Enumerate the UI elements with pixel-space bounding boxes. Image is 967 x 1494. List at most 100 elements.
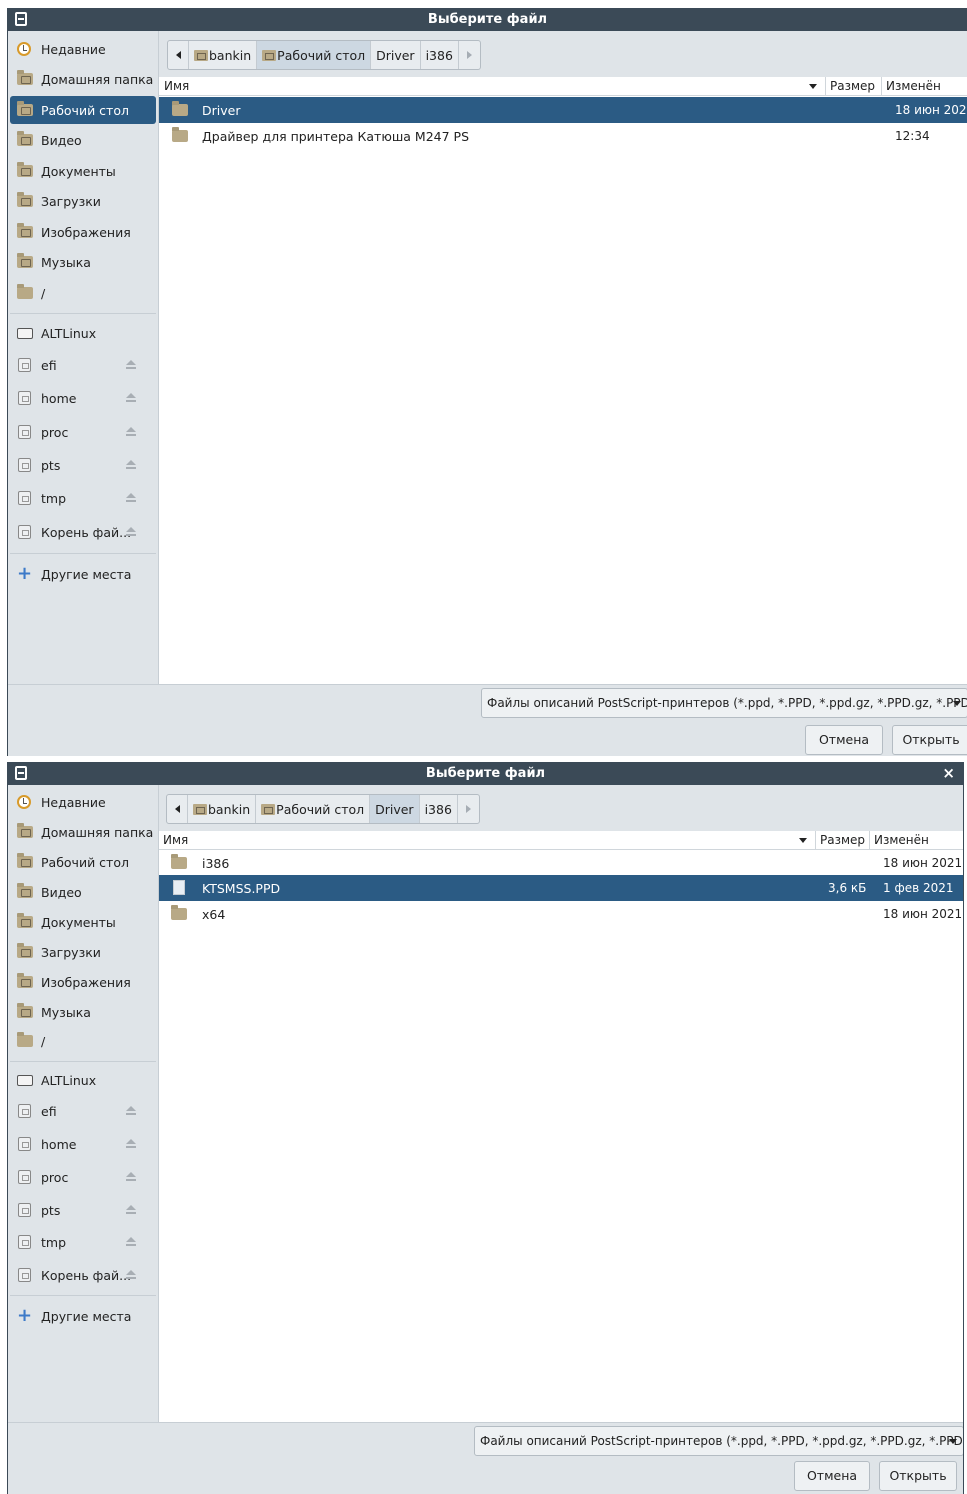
home-folder-icon (17, 823, 33, 838)
sidebar-item-tmp[interactable]: tmp (8, 484, 158, 512)
path-segment-i386[interactable]: i386 (420, 795, 458, 823)
sidebar-item-pts[interactable]: pts (8, 1196, 158, 1224)
sidebar-item-tmp[interactable]: tmp (8, 1228, 158, 1256)
column-size[interactable]: Размер (830, 79, 875, 93)
sidebar-item-pictures[interactable]: Изображения (8, 968, 158, 996)
eject-icon[interactable] (125, 1270, 137, 1280)
sidebar-item-recent[interactable]: Недавние (8, 788, 158, 816)
plus-icon: + (17, 563, 33, 584)
disk-icon (18, 525, 31, 539)
root-folder-icon (17, 284, 33, 299)
eject-icon[interactable] (125, 1139, 137, 1149)
documents-folder-icon (17, 913, 33, 928)
open-button[interactable]: Открыть (879, 1461, 957, 1491)
sidebar-item-desktop[interactable]: Рабочий стол (8, 848, 158, 876)
sidebar-item-music[interactable]: Музыка (8, 248, 158, 276)
sidebar-item-filesystem-root[interactable]: Корень фай... (8, 518, 158, 546)
file-row[interactable]: i386 18 июн 2021 (159, 850, 963, 876)
sidebar-item-pts[interactable]: pts (8, 451, 158, 479)
sidebar-item-home[interactable]: Домашняя папка (8, 65, 158, 93)
open-button[interactable]: Открыть (892, 725, 967, 755)
sidebar-item-home[interactable]: Домашняя папка (8, 818, 158, 846)
disk-icon (18, 1268, 31, 1282)
sidebar-separator (10, 1295, 156, 1296)
sidebar-item-documents[interactable]: Документы (8, 157, 158, 185)
home-folder-icon (17, 70, 33, 85)
file-row[interactable]: KTSMSS.PPD 3,6 кБ 1 фев 2021 (159, 875, 963, 901)
sidebar-item-home-mount[interactable]: home (8, 1130, 158, 1158)
pictures-folder-icon (17, 223, 33, 238)
file-type-filter[interactable]: Файлы описаний PostScript-принтеров (*.p… (481, 688, 967, 718)
eject-icon[interactable] (125, 360, 137, 370)
disk-icon (18, 1235, 31, 1249)
column-name[interactable]: Имя (164, 79, 189, 93)
sidebar-item-desktop[interactable]: Рабочий стол (10, 96, 156, 124)
path-back-button[interactable] (167, 795, 188, 823)
sidebar-item-recent[interactable]: Недавние (8, 35, 158, 63)
sidebar-item-root[interactable]: / (8, 279, 158, 307)
sidebar-item-root[interactable]: / (8, 1027, 158, 1055)
eject-icon[interactable] (125, 427, 137, 437)
sidebar-item-downloads[interactable]: Загрузки (8, 187, 158, 215)
desktop-folder-icon (17, 101, 33, 116)
path-back-button[interactable] (168, 41, 189, 69)
eject-icon[interactable] (125, 1172, 137, 1182)
column-modified[interactable]: Изменён (874, 833, 929, 847)
file-type-filter[interactable]: Файлы описаний PostScript-принтеров (*.p… (474, 1426, 963, 1456)
sidebar-item-documents[interactable]: Документы (8, 908, 158, 936)
eject-icon[interactable] (125, 493, 137, 503)
sidebar-item-altlinux[interactable]: ALTLinux (8, 319, 158, 347)
column-size[interactable]: Размер (820, 833, 865, 847)
sidebar-separator (10, 1061, 156, 1062)
sidebar-item-other-locations[interactable]: + Другие места (8, 560, 158, 588)
desktop-folder-icon (261, 803, 276, 815)
sidebar-item-downloads[interactable]: Загрузки (8, 938, 158, 966)
path-segment-i386[interactable]: i386 (421, 41, 459, 69)
column-modified[interactable]: Изменён (886, 79, 941, 93)
path-segment-driver[interactable]: Driver (370, 795, 420, 823)
eject-icon[interactable] (125, 1106, 137, 1116)
disk-icon (18, 491, 31, 505)
music-folder-icon (17, 253, 33, 268)
sidebar-item-proc[interactable]: proc (8, 418, 158, 446)
file-row[interactable]: Driver 18 июн 2021 (159, 97, 967, 123)
sidebar-item-pictures[interactable]: Изображения (8, 218, 158, 246)
sidebar-item-proc[interactable]: proc (8, 1163, 158, 1191)
column-name[interactable]: Имя (163, 833, 188, 847)
path-segment-desktop[interactable]: Рабочий стол (256, 795, 371, 823)
cancel-button[interactable]: Отмена (794, 1461, 870, 1491)
eject-icon[interactable] (125, 527, 137, 537)
sidebar-item-altlinux[interactable]: ALTLinux (8, 1066, 158, 1094)
folder-icon (171, 905, 187, 920)
eject-icon[interactable] (125, 460, 137, 470)
disk-icon (18, 391, 31, 405)
eject-icon[interactable] (125, 1205, 137, 1215)
sidebar-item-efi[interactable]: efi (8, 351, 158, 379)
file-row[interactable]: x64 18 июн 2021 (159, 901, 963, 927)
path-segment-driver[interactable]: Driver (371, 41, 421, 69)
sidebar-item-videos[interactable]: Видео (8, 878, 158, 906)
path-segment-bankin[interactable]: bankin (188, 795, 257, 823)
eject-icon[interactable] (125, 393, 137, 403)
path-forward-button[interactable] (458, 795, 479, 823)
file-row[interactable]: Драйвер для принтера Катюша М247 PS 12:3… (159, 123, 967, 149)
sidebar-item-videos[interactable]: Видео (8, 126, 158, 154)
sidebar-item-efi[interactable]: efi (8, 1097, 158, 1125)
sidebar-item-filesystem-root[interactable]: Корень фай... (8, 1261, 158, 1289)
eject-icon[interactable] (125, 1237, 137, 1247)
sidebar-item-other-locations[interactable]: + Другие места (8, 1302, 158, 1330)
disk-icon (18, 1170, 31, 1184)
file-chooser-dialog-2: Выберите файл × Недавние Домашняя папка … (7, 762, 964, 1494)
sidebar-item-home-mount[interactable]: home (8, 384, 158, 412)
path-bar: bankin Рабочий стол Driver i386 (166, 794, 480, 824)
close-icon[interactable]: × (942, 764, 955, 782)
titlebar: Выберите файл × (8, 762, 963, 785)
sidebar-item-music[interactable]: Музыка (8, 998, 158, 1026)
path-segment-bankin[interactable]: bankin (189, 41, 258, 69)
arrow-left-icon (175, 51, 181, 59)
path-forward-button[interactable] (459, 41, 480, 69)
cancel-button[interactable]: Отмена (805, 725, 883, 755)
path-segment-desktop[interactable]: Рабочий стол (257, 41, 372, 69)
disk-icon (18, 1203, 31, 1217)
downloads-folder-icon (17, 192, 33, 207)
